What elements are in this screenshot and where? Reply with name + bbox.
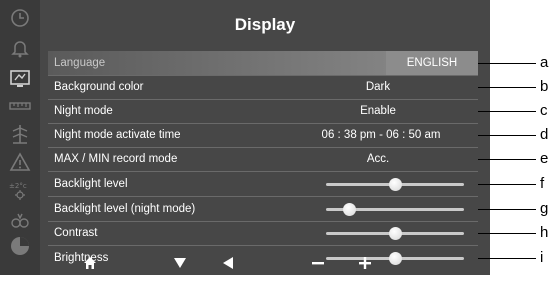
setting-label: Backlight level (night mode) [54,203,196,215]
clock-icon[interactable] [8,8,32,28]
home-icon[interactable] [80,253,100,273]
setting-row-backlight-night[interactable]: Backlight level (night mode) [48,197,478,222]
setting-row-night-mode-time[interactable]: Night mode activate time 06 : 38 pm - 06… [48,123,478,148]
setting-row-contrast[interactable]: Contrast [48,221,478,246]
alarm-bell-icon[interactable] [8,38,32,58]
down-arrow-icon[interactable] [170,253,190,273]
callout-line-h [478,233,536,234]
footer-bar [40,250,490,275]
callout-letter-h: h [540,224,549,241]
setting-row-background-color[interactable]: Background color Dark [48,75,478,100]
setting-label: Night mode [54,105,113,117]
callout-line-i [478,258,536,259]
left-arrow-icon[interactable] [218,253,238,273]
temperature-unit-icon[interactable]: ±2°c [8,180,32,200]
setting-label: Background color [54,81,144,93]
callout-letter-c: c [540,102,548,119]
callout-line-c [478,111,536,112]
callout-line-g [478,209,536,210]
setting-row-language[interactable]: Language ENGLISH [48,51,478,76]
callout-letter-b: b [540,78,549,95]
callout-line-b [478,87,536,88]
weather-station-icon[interactable] [8,124,32,144]
page-title: Display [234,15,296,34]
callout-line-f [478,184,536,185]
setting-row-backlight-level[interactable]: Backlight level [48,172,478,197]
callout-letter-i: i [540,249,544,266]
setting-row-record-mode[interactable]: MAX / MIN record mode Acc. [48,147,478,172]
setting-row-night-mode[interactable]: Night mode Enable [48,99,478,124]
backlight-night-slider[interactable] [326,203,464,216]
callout-line-e [478,159,536,160]
backlight-level-slider[interactable] [326,178,464,191]
svg-text:±2°c: ±2°c [9,182,27,190]
callout-letter-e: e [540,150,549,167]
device-screen: ±2°c Display Language ENGLISH Background… [0,0,490,275]
setting-label: MAX / MIN record mode [54,153,178,165]
display-settings-icon[interactable] [8,68,32,88]
contrast-slider[interactable] [326,227,464,240]
callout-letter-g: g [540,200,549,217]
setting-label: Backlight level [54,178,128,190]
language-value[interactable]: ENGLISH [386,51,478,75]
night-mode-time-value[interactable]: 06 : 38 pm - 06 : 50 am [278,123,484,147]
background-color-value[interactable]: Dark [278,75,478,99]
callout-line-d [478,135,536,136]
plus-icon[interactable] [355,253,375,273]
setting-label: Night mode activate time [54,129,181,141]
slider-knob[interactable] [343,203,357,216]
sensor-icon[interactable] [8,210,32,230]
callout-letter-f: f [540,175,545,192]
warning-icon[interactable] [8,152,32,172]
pie-chart-icon[interactable] [8,236,32,256]
callout-line-a [478,63,536,64]
night-mode-value[interactable]: Enable [278,99,478,123]
minus-icon[interactable] [308,253,328,273]
record-mode-value[interactable]: Acc. [278,147,478,171]
slider-knob[interactable] [389,178,402,191]
callout-letter-d: d [540,126,549,143]
setting-label: Contrast [54,227,98,239]
ruler-icon[interactable] [8,96,32,116]
setting-label: Language [54,57,106,69]
sidebar: ±2°c [0,0,40,275]
slider-knob[interactable] [389,227,402,240]
callout-letter-a: a [540,54,549,71]
